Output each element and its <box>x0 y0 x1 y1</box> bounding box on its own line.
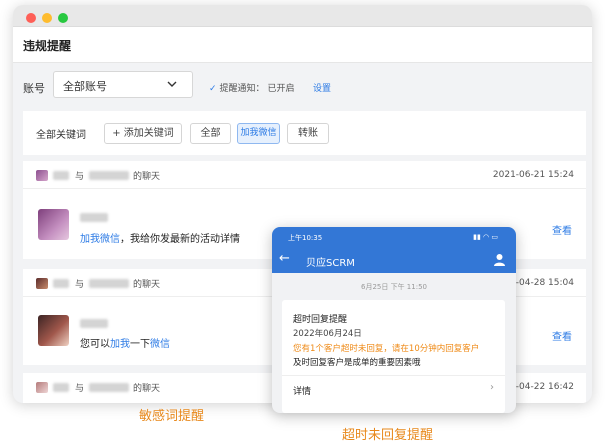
chat-date: -04-22 16:42 <box>515 382 574 392</box>
connector-text: 与 <box>75 172 85 182</box>
keyword-bar: 全部关键词 + 添加关键词 全部 加我微信 转账 <box>23 111 586 155</box>
chevron-right-icon: › <box>490 382 494 393</box>
connector-text: 与 <box>75 280 85 290</box>
message-timestamp: 6月25日 下午 11:50 <box>361 283 427 291</box>
notice-warning: 您有1个客户超时未回复，请在10分钟内回复客户 <box>293 344 480 354</box>
avatar <box>38 315 69 346</box>
account-select[interactable]: 全部账号 <box>53 71 193 98</box>
keyword-tag-add-wechat[interactable]: 加我微信 <box>237 123 280 144</box>
detail-link[interactable]: 详情 <box>293 384 311 397</box>
notify-status: ✓ 提醒通知： 已开启 <box>209 81 294 94</box>
filter-bar: 账号 全部账号 ✓ 提醒通知： 已开启 设置 <box>23 67 586 107</box>
keyword-highlight: 加我 <box>110 339 130 350</box>
settings-link[interactable]: 设置 <box>313 81 331 94</box>
keyword-tag-all[interactable]: 全部 <box>190 123 231 144</box>
account-label: 账号 <box>23 82 45 95</box>
user-icon[interactable] <box>493 253 506 266</box>
divider <box>282 375 505 376</box>
notice-body: 及时回复客户是成单的重要因素哦 <box>293 358 421 368</box>
notice-date: 2022年06月24日 <box>293 329 362 339</box>
chevron-down-icon <box>167 81 177 87</box>
page-title: 违规提醒 <box>23 39 72 53</box>
blurred-name <box>53 171 69 180</box>
chat-suffix: 的聊天 <box>133 384 161 394</box>
avatar <box>36 382 48 393</box>
keyword-highlight: 微信 <box>150 339 170 350</box>
status-time: 上午10:35 <box>288 234 323 242</box>
avatar <box>38 209 69 240</box>
notification-card[interactable]: 超时回复提醒 2022年06月24日 您有1个客户超时未回复，请在10分钟内回复… <box>282 300 505 413</box>
view-link[interactable]: 查看 <box>552 328 572 343</box>
blurred-name <box>53 383 69 392</box>
notify-label: 提醒通知： <box>219 84 265 94</box>
message-text: 一下 <box>130 339 150 350</box>
avatar <box>36 170 48 181</box>
avatar <box>36 278 48 289</box>
check-icon: ✓ <box>209 84 217 94</box>
caption-sensitive-words: 敏感词提醒 <box>139 409 205 424</box>
blurred-name <box>89 383 129 392</box>
close-window-button[interactable] <box>26 13 36 23</box>
phone-app-bar: ← 贝应SCRM <box>272 247 516 273</box>
maximize-window-button[interactable] <box>58 13 68 23</box>
connector-text: 与 <box>75 384 85 394</box>
message-text: ，我给你发最新的活动详情 <box>120 234 240 245</box>
blurred-name <box>89 279 129 288</box>
keyword-tag-transfer[interactable]: 转账 <box>287 123 329 144</box>
blurred-name <box>53 279 69 288</box>
blurred-name <box>80 213 108 222</box>
account-select-value: 全部账号 <box>63 80 107 93</box>
phone-mockup: 上午10:35 ▮▮ ◠ ▭ ← 贝应SCRM 6月25日 下午 11:50 超… <box>272 227 516 413</box>
keyword-label: 全部关键词 <box>36 130 86 141</box>
notify-value: 已开启 <box>267 84 295 94</box>
notice-title: 超时回复提醒 <box>293 315 348 325</box>
chat-suffix: 的聊天 <box>133 172 161 182</box>
title-bar <box>13 5 592 27</box>
add-keyword-button[interactable]: + 添加关键词 <box>104 123 182 144</box>
minimize-window-button[interactable] <box>42 13 52 23</box>
phone-status-bar: 上午10:35 ▮▮ ◠ ▭ <box>272 227 516 247</box>
chat-card-header: 与 的聊天 2021-06-21 15:24 <box>23 161 586 189</box>
chat-message: 加我微信，我给你发最新的活动详情 <box>80 230 240 245</box>
message-text: 您可以 <box>80 339 110 350</box>
chat-date: -04-28 15:04 <box>515 278 574 288</box>
page-header: 违规提醒 <box>13 27 592 63</box>
chat-message: 您可以加我一下微信 <box>80 335 170 350</box>
app-title: 贝应SCRM <box>306 258 355 269</box>
chat-date: 2021-06-21 15:24 <box>492 170 574 180</box>
signal-battery-icon: ▮▮ ◠ ▭ <box>473 233 498 241</box>
back-arrow-icon[interactable]: ← <box>279 251 290 266</box>
view-link[interactable]: 查看 <box>552 222 572 237</box>
chat-suffix: 的聊天 <box>133 280 161 290</box>
blurred-name <box>89 171 129 180</box>
caption-timeout-reply: 超时未回复提醒 <box>342 428 434 443</box>
blurred-name <box>80 319 108 328</box>
keyword-highlight: 加我微信 <box>80 234 120 245</box>
